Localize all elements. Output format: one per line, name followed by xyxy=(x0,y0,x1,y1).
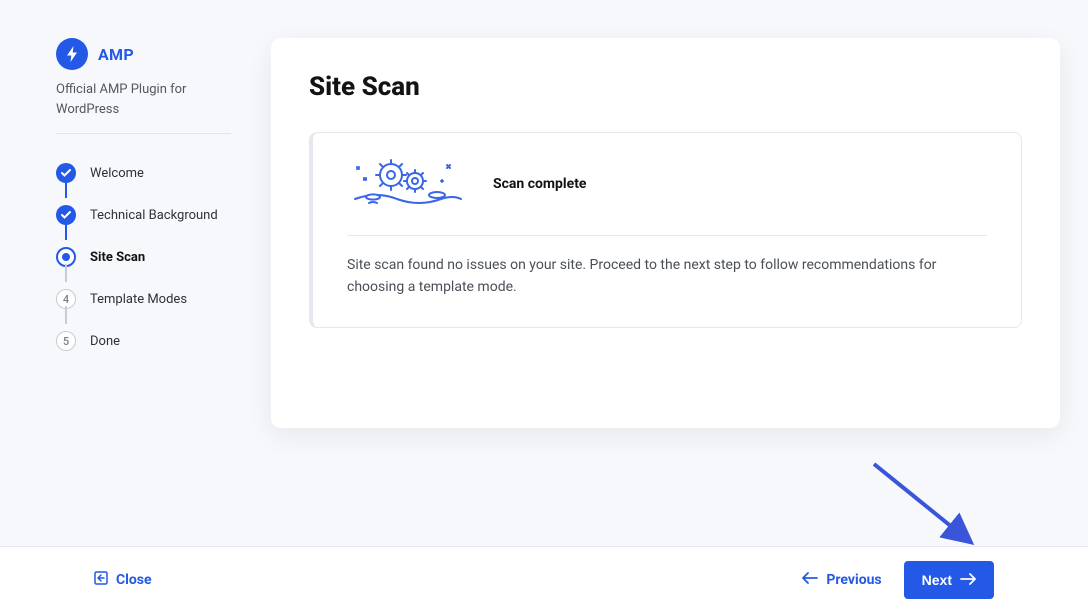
scan-result-text: Site scan found no issues on your site. … xyxy=(347,254,987,299)
annotation-arrow-icon xyxy=(868,458,988,558)
amp-logo-icon xyxy=(56,38,88,70)
scan-card-header: Scan complete xyxy=(347,155,987,236)
step-technical-background[interactable]: Technical Background xyxy=(56,194,231,236)
page-title: Site Scan xyxy=(309,72,1022,102)
step-number: 5 xyxy=(56,331,76,351)
step-label: Template Modes xyxy=(90,292,187,307)
gears-illustration-icon xyxy=(347,155,465,213)
brand-name: AMP xyxy=(98,45,134,64)
step-welcome[interactable]: Welcome xyxy=(56,152,231,194)
wizard-steps: Welcome Technical Background Site Scan 4… xyxy=(56,152,231,362)
arrow-left-icon xyxy=(802,572,818,588)
close-icon xyxy=(94,571,108,589)
scan-result-card: Scan complete Site scan found no issues … xyxy=(309,132,1022,328)
brand-subtitle: Official AMP Plugin for WordPress xyxy=(56,80,231,134)
wizard-footer: Close Previous Next xyxy=(0,546,1088,612)
check-icon xyxy=(56,163,76,183)
next-button[interactable]: Next xyxy=(904,561,994,599)
step-done[interactable]: 5 Done xyxy=(56,320,231,362)
brand: AMP xyxy=(56,38,231,70)
step-label: Technical Background xyxy=(90,208,218,223)
next-label: Next xyxy=(922,572,952,588)
step-site-scan[interactable]: Site Scan xyxy=(56,236,231,278)
check-icon xyxy=(56,205,76,225)
step-label: Site Scan xyxy=(90,250,145,265)
active-dot-icon xyxy=(56,247,76,267)
sidebar: AMP Official AMP Plugin for WordPress We… xyxy=(56,38,231,428)
step-number: 4 xyxy=(56,289,76,309)
previous-label: Previous xyxy=(826,572,881,588)
close-label: Close xyxy=(116,572,152,588)
arrow-right-icon xyxy=(960,572,976,588)
step-label: Done xyxy=(90,334,120,349)
step-label: Welcome xyxy=(90,166,144,181)
scan-status-label: Scan complete xyxy=(493,176,587,192)
step-template-modes[interactable]: 4 Template Modes xyxy=(56,278,231,320)
previous-button[interactable]: Previous xyxy=(802,572,881,588)
content-panel: Site Scan xyxy=(271,38,1060,428)
close-button[interactable]: Close xyxy=(94,571,152,589)
